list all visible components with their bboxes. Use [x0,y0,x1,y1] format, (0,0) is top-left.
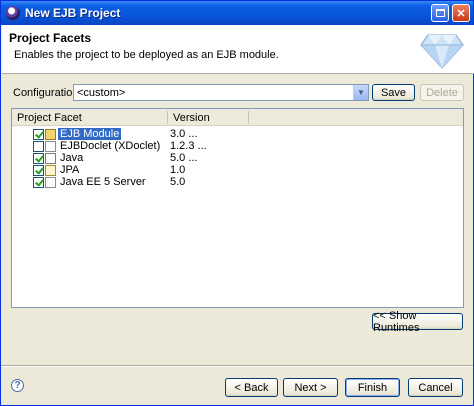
column-divider[interactable] [248,111,249,124]
facet-name: Java [60,152,84,164]
facet-name: Java EE 5 Server [60,176,146,188]
facet-version[interactable]: 3.0 ... [170,128,198,140]
server-runtime-icon [45,177,56,188]
back-label: < Back [234,381,269,394]
ejbdoclet-icon [45,141,56,152]
window-title: New EJB Project [25,6,121,20]
table-row[interactable]: Java EE 5 Server 5.0 [12,176,463,189]
facet-checkbox[interactable] [33,177,44,188]
facet-version[interactable]: 5.0 [170,176,185,188]
eclipse-icon [6,6,20,20]
wizard-banner: Project Facets Enables the project to be… [2,25,474,74]
configurations-row: Configurations: <custom> ▼ Save Delete [1,83,473,103]
page-title: Project Facets [9,31,92,45]
table-header: Project Facet Version [12,109,463,126]
back-button[interactable]: < Back [225,378,278,397]
facet-version[interactable]: 1.2.3 ... [170,140,207,152]
next-label: Next > [294,381,327,394]
facet-version[interactable]: 5.0 ... [170,152,198,164]
jpa-icon [45,165,56,176]
ejb-module-icon [45,129,56,140]
facet-checkbox[interactable] [33,153,44,164]
next-button[interactable]: Next > [283,378,338,397]
cancel-button[interactable]: Cancel [408,378,463,397]
java-icon [45,153,56,164]
facet-name: EJBDoclet (XDoclet) [60,140,161,152]
show-runtimes-button[interactable]: << Show Runtimes [372,310,463,334]
chevron-down-icon[interactable]: ▼ [353,85,368,100]
new-ejb-project-dialog: New EJB Project ✕ Project Facets Enables… [0,0,474,406]
facet-name: EJB Module [58,128,122,140]
facets-table[interactable]: Project Facet Version EJB Module 3.0 ...… [11,108,464,308]
help-glyph: ? [14,380,21,391]
page-description: Enables the project to be deployed as an… [14,49,279,61]
facet-name: JPA [60,164,80,176]
cancel-label: Cancel [418,381,453,394]
help-icon[interactable]: ? [11,379,24,392]
maximize-button[interactable] [431,4,449,22]
table-row[interactable]: Java 5.0 ... [12,152,463,165]
save-button[interactable]: Save [372,84,415,101]
facet-checkbox[interactable] [33,129,44,140]
finish-button[interactable]: Finish [345,378,400,397]
facet-checkbox[interactable] [33,141,44,152]
facet-version[interactable]: 1.0 [170,164,185,176]
save-button-label: Save [380,86,407,99]
finish-label: Finish [357,381,388,394]
button-bar-separator [1,365,473,367]
show-runtimes-label: << Show Runtimes [373,309,420,334]
close-icon: ✕ [456,7,466,20]
facet-checkbox[interactable] [33,165,44,176]
configurations-value: <custom> [77,87,126,99]
delete-button[interactable]: Delete [420,84,464,101]
column-header-version[interactable]: Version [168,109,248,126]
diamond-icon [420,34,464,69]
delete-button-label: Delete [426,86,458,99]
maximize-icon [435,9,445,17]
configurations-combo[interactable]: <custom> ▼ [73,84,369,101]
title-bar[interactable]: New EJB Project ✕ [1,1,473,25]
column-header-facet[interactable]: Project Facet [12,109,167,126]
close-button[interactable]: ✕ [452,4,470,22]
